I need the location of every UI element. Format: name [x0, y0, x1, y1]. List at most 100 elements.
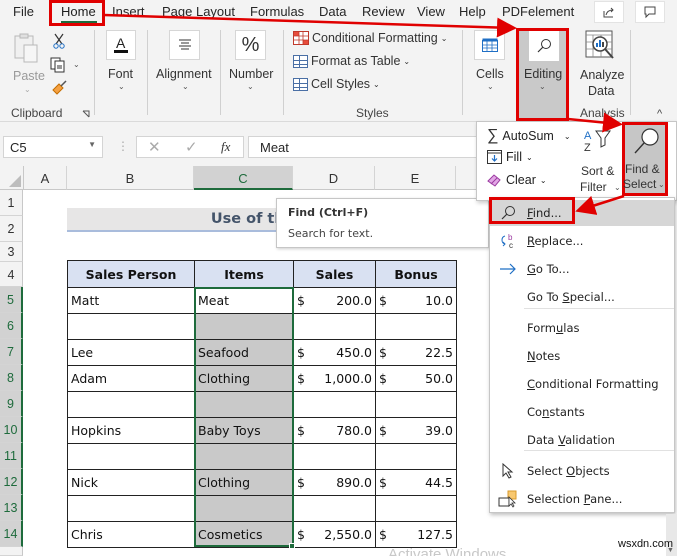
conditional-formatting-button[interactable]: Conditional Formatting ⌄ [293, 31, 447, 45]
paste-button[interactable]: Paste ⌄ [12, 33, 45, 94]
column-header-c[interactable]: C [194, 166, 293, 190]
cell-sales[interactable] [293, 495, 376, 522]
tab-data[interactable]: Data [319, 4, 346, 19]
row-header-9[interactable]: 9 [0, 391, 23, 417]
cut-icon[interactable] [52, 33, 66, 49]
header-sales-person[interactable]: Sales Person [67, 260, 195, 288]
column-header-a[interactable]: A [24, 166, 67, 190]
cell-item[interactable]: Meat [194, 287, 294, 314]
cell-sales[interactable]: $200.0 [293, 287, 376, 314]
cell-bonus[interactable] [375, 391, 457, 418]
clear-button[interactable]: Clear ⌄ [487, 173, 547, 187]
row-header-11[interactable]: 11 [0, 443, 23, 469]
cell-bonus[interactable] [375, 313, 457, 340]
copy-icon[interactable] [50, 57, 68, 73]
column-header-d[interactable]: D [293, 166, 375, 190]
row-header-5[interactable]: 5 [0, 287, 23, 313]
row-header-10[interactable]: 10 [0, 417, 23, 443]
cell-sales[interactable]: $450.0 [293, 339, 376, 366]
share-button[interactable] [594, 1, 624, 23]
menu-item-selection-pane[interactable]: Selection Pane... [490, 486, 674, 512]
dialog-launcher-icon[interactable] [82, 110, 90, 118]
cell-item[interactable]: Clothing [194, 365, 294, 392]
cell-sales-person[interactable]: Matt [67, 287, 195, 314]
cell-item[interactable] [194, 391, 294, 418]
cell-sales[interactable]: $780.0 [293, 417, 376, 444]
cell-sales[interactable] [293, 313, 376, 340]
tab-pdfelement[interactable]: PDFelement [502, 4, 574, 19]
tab-review[interactable]: Review [362, 4, 405, 19]
cell-item[interactable]: Clothing [194, 469, 294, 496]
cell-sales[interactable]: $890.0 [293, 469, 376, 496]
collapse-ribbon-icon[interactable]: ^ [657, 108, 662, 120]
select-all-button[interactable] [0, 166, 24, 190]
menu-item-go-to-special[interactable]: Go To Special... [490, 284, 674, 310]
comments-button[interactable] [635, 1, 665, 23]
cell-sales[interactable] [293, 443, 376, 470]
cell-styles-button[interactable]: Cell Styles ⌄ [293, 77, 380, 91]
tab-file[interactable]: File [13, 4, 34, 19]
cell-sales-person[interactable] [67, 313, 195, 340]
cell-sales-person[interactable] [67, 495, 195, 522]
cell-bonus[interactable] [375, 495, 457, 522]
menu-item-formulas[interactable]: Formulas [490, 315, 674, 341]
menu-item-conditional-formatting[interactable]: Conditional Formatting [490, 371, 674, 397]
cell-bonus[interactable]: $44.5 [375, 469, 457, 496]
cell-sales-person[interactable]: Nick [67, 469, 195, 496]
number-button[interactable]: % Number ⌄ [228, 30, 278, 96]
row-header-3[interactable]: 3 [0, 242, 23, 262]
row-header-14[interactable]: 14 [0, 521, 23, 547]
row-header-6[interactable]: 6 [0, 313, 23, 339]
insert-function-icon[interactable]: fx [221, 139, 230, 155]
column-header-e[interactable]: E [375, 166, 456, 190]
alignment-button[interactable]: Alignment ⌄ [153, 30, 217, 96]
menu-item-select-objects[interactable]: Select Objects [490, 458, 674, 484]
menu-item-replace[interactable]: b c Replace... [490, 228, 674, 254]
find-select-button[interactable]: Find & Select ⌄ [622, 122, 668, 196]
cell-bonus[interactable]: $39.0 [375, 417, 457, 444]
cell-item[interactable]: Seafood [194, 339, 294, 366]
cell-sales[interactable] [293, 391, 376, 418]
cell-item[interactable]: Baby Toys [194, 417, 294, 444]
cell-sales-person[interactable]: Chris [67, 521, 195, 548]
formula-input[interactable]: Meat [248, 136, 488, 158]
analyze-data-button[interactable]: Analyze Data [578, 30, 624, 102]
format-as-table-button[interactable]: Format as Table ⌄ [293, 54, 410, 68]
row-header-1[interactable]: 1 [0, 190, 23, 216]
cell-sales-person[interactable]: Hopkins [67, 417, 195, 444]
fill-handle[interactable] [289, 543, 295, 549]
row-header-13[interactable]: 13 [0, 495, 23, 521]
autosum-button[interactable]: ∑ AutoSum ⌄ [487, 127, 571, 145]
tab-formulas[interactable]: Formulas [250, 4, 304, 19]
sort-filter-button[interactable]: AZ Sort & Filter ⌄ [577, 126, 621, 198]
cell-bonus[interactable]: $127.5 [375, 521, 457, 548]
name-box[interactable]: C5 ▼ [3, 136, 103, 158]
cell-sales-person[interactable] [67, 443, 195, 470]
menu-item-find[interactable]: Find... [490, 200, 674, 226]
column-header-b[interactable]: B [67, 166, 194, 190]
row-header-4[interactable]: 4 [0, 262, 23, 287]
cell-sales-person[interactable]: Adam [67, 365, 195, 392]
copy-dropdown-icon[interactable]: ⌄ [73, 60, 80, 69]
row-header-12[interactable]: 12 [0, 469, 23, 495]
row-header-7[interactable]: 7 [0, 339, 23, 365]
cell-bonus[interactable]: $22.5 [375, 339, 457, 366]
menu-item-notes[interactable]: Notes [490, 343, 674, 369]
tab-insert[interactable]: Insert [112, 4, 145, 19]
cell-bonus[interactable]: $10.0 [375, 287, 457, 314]
cell-item[interactable] [194, 443, 294, 470]
row-header-15[interactable] [0, 547, 23, 556]
chevron-down-icon[interactable]: ▼ [88, 140, 96, 149]
font-button[interactable]: A Font ⌄ [102, 30, 142, 96]
cell-item[interactable] [194, 495, 294, 522]
cells-button[interactable]: Cells ⌄ [470, 30, 510, 96]
tab-help[interactable]: Help [459, 4, 486, 19]
cancel-icon[interactable]: ✕ [148, 138, 161, 156]
editing-button[interactable]: Editing ⌄ [518, 29, 568, 121]
tab-home[interactable]: Home [61, 4, 96, 19]
cell-sales[interactable]: $1,000.0 [293, 365, 376, 392]
row-header-8[interactable]: 8 [0, 365, 23, 391]
cell-item[interactable]: Cosmetics [194, 521, 294, 548]
cell-bonus[interactable]: $50.0 [375, 365, 457, 392]
cell-bonus[interactable] [375, 443, 457, 470]
